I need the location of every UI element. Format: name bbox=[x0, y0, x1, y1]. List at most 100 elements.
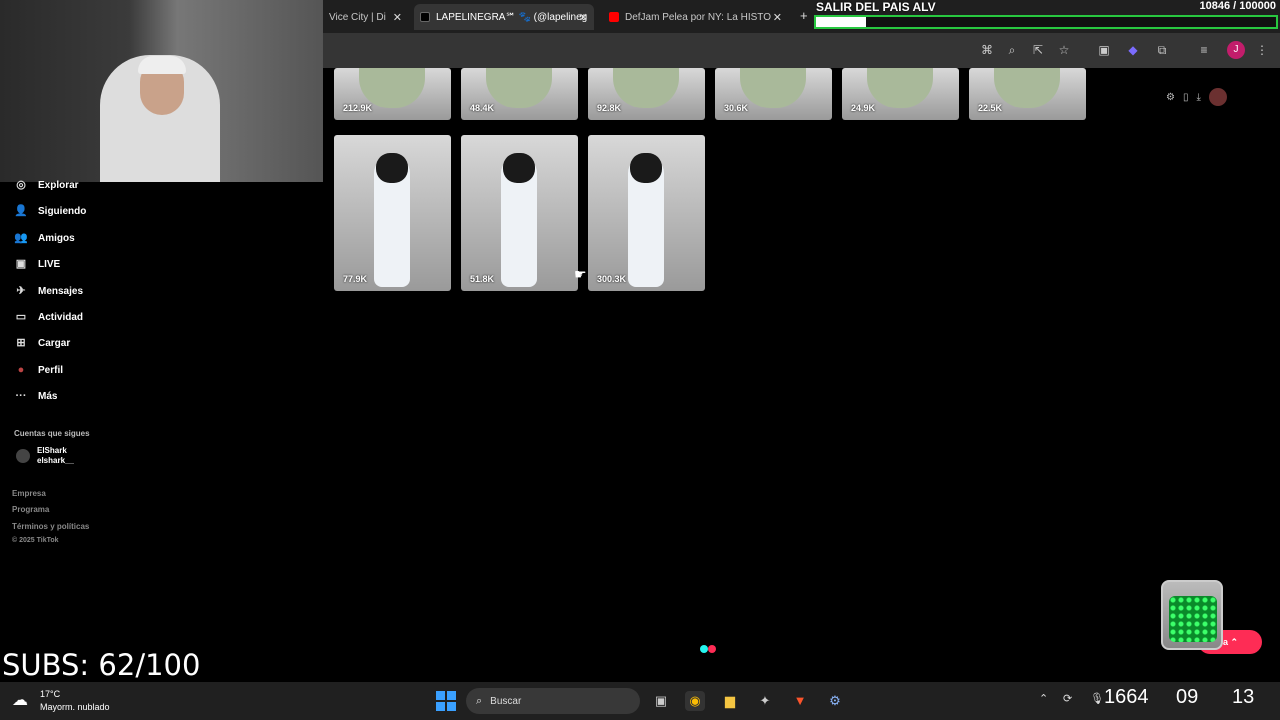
cast-icon[interactable]: ⇱ bbox=[1030, 42, 1046, 58]
mic-icon[interactable]: 🎙 bbox=[1090, 692, 1104, 705]
following-account[interactable]: ElShark elshark__ bbox=[16, 446, 74, 466]
video-thumbnail-detail bbox=[376, 153, 408, 183]
view-count: 300.3K bbox=[597, 274, 627, 284]
following-icon: 👤 bbox=[14, 205, 28, 217]
video-tile[interactable]: 77.9K bbox=[334, 135, 451, 291]
tab-vice-city[interactable]: Vice City | Di ✕ bbox=[323, 4, 408, 30]
video-tile[interactable]: 48.4K bbox=[461, 68, 578, 120]
youtube-icon bbox=[609, 12, 619, 22]
footer-copyright: © 2025 TikTok bbox=[12, 537, 59, 544]
new-tab-icon[interactable]: + bbox=[800, 8, 808, 23]
clock-overlay: 1664 bbox=[1104, 686, 1149, 708]
task-view-icon[interactable]: ▣ bbox=[651, 691, 671, 711]
taskbar-search[interactable]: ⌕ Buscar bbox=[466, 688, 640, 714]
gem-balls bbox=[1169, 596, 1217, 642]
sidebar-item-mas[interactable]: ··· Más bbox=[14, 386, 58, 406]
loading-indicator bbox=[700, 645, 716, 653]
video-thumbnail bbox=[994, 68, 1060, 108]
search-placeholder: Buscar bbox=[490, 695, 522, 707]
live-icon: ▣ bbox=[15, 258, 27, 270]
video-thumbnail-detail bbox=[503, 153, 535, 183]
tab-tiktok-profile[interactable]: LAPELINEGRA℠ 🐾 (@lapelineg ✕ bbox=[414, 4, 594, 30]
sidebar-item-explorar[interactable]: ◎ Explorar bbox=[14, 175, 79, 195]
activity-icon: ▭ bbox=[15, 311, 27, 323]
extension-bot-icon[interactable]: ◆ bbox=[1125, 42, 1141, 58]
sidebar-item-label: Amigos bbox=[38, 232, 75, 244]
sidebar-item-label: Explorar bbox=[38, 179, 79, 191]
windows-start-icon[interactable] bbox=[436, 691, 456, 711]
sidebar-item-mensajes[interactable]: ✈ Mensajes bbox=[14, 281, 83, 301]
profile-icon: ● bbox=[17, 364, 25, 376]
view-count: 30.6K bbox=[724, 103, 749, 113]
goal-count: 10846 / 100000 bbox=[1199, 0, 1276, 12]
video-tile[interactable]: 300.3K bbox=[588, 135, 705, 291]
tab-defjam[interactable]: DefJam Pelea por NY: La HISTO ✕ bbox=[603, 4, 788, 30]
sidebar-item-cargar[interactable]: ⊞ Cargar bbox=[14, 333, 70, 353]
goal-title: SALIR DEL PAIS ALV bbox=[816, 0, 936, 14]
windows-taskbar: ☁ 17°C Mayorm. nublado ⌕ Buscar ▣ ◉ ▆ ✦ … bbox=[0, 682, 1280, 720]
goal-progress-bar bbox=[814, 15, 1278, 29]
video-tile[interactable]: 92.8K bbox=[588, 68, 705, 120]
profile-avatar[interactable]: J bbox=[1227, 41, 1245, 59]
sidebar-item-amigos[interactable]: 👥 Amigos bbox=[14, 228, 75, 248]
close-tab-icon[interactable]: ✕ bbox=[393, 11, 402, 24]
tab-title: Vice City | Di bbox=[329, 11, 386, 23]
view-count: 77.9K bbox=[343, 274, 368, 284]
video-tile[interactable]: 22.5K bbox=[969, 68, 1086, 120]
sidebar-item-label: Perfil bbox=[38, 364, 64, 376]
view-count: 212.9K bbox=[343, 103, 373, 113]
video-thumbnail bbox=[359, 68, 425, 108]
loader-dot bbox=[700, 645, 708, 653]
footer-link-empresa[interactable]: Empresa bbox=[12, 489, 46, 498]
close-tab-icon[interactable]: ✕ bbox=[579, 11, 588, 24]
stream-goal-overlay: SALIR DEL PAIS ALV 10846 / 100000 bbox=[813, 0, 1280, 33]
account-handle: elshark__ bbox=[37, 456, 74, 465]
view-count: 24.9K bbox=[851, 103, 876, 113]
file-explorer-icon[interactable]: ▆ bbox=[720, 691, 740, 711]
tab-title: DefJam Pelea por NY: La HISTO bbox=[625, 11, 771, 23]
sidebar-item-label: Mensajes bbox=[38, 285, 84, 297]
video-tile[interactable]: 30.6K bbox=[715, 68, 832, 120]
clock-seconds: 13 bbox=[1232, 686, 1255, 708]
view-count: 51.8K bbox=[470, 274, 495, 284]
video-tile[interactable]: 24.9K bbox=[842, 68, 959, 120]
sidebar-item-actividad[interactable]: ▭ Actividad bbox=[14, 307, 83, 327]
video-tile[interactable]: 212.9K bbox=[334, 68, 451, 120]
tab-title: LAPELINEGRA℠ 🐾 (@lapelineg bbox=[436, 11, 588, 23]
download-icon[interactable]: ⤓ bbox=[1196, 92, 1200, 103]
webcam-overlay bbox=[0, 0, 323, 182]
messages-icon: ✈ bbox=[16, 285, 26, 297]
video-thumbnail bbox=[867, 68, 933, 108]
steam-icon[interactable]: ⚙ bbox=[825, 691, 845, 711]
sidebar-item-siguiendo[interactable]: 👤 Siguiendo bbox=[14, 201, 86, 221]
close-tab-icon[interactable]: ✕ bbox=[773, 11, 782, 24]
tray-chevron-icon[interactable]: ⌃ bbox=[1039, 692, 1048, 705]
sidebar-item-live[interactable]: ▣ LIVE bbox=[14, 254, 60, 274]
avatar[interactable] bbox=[1208, 88, 1227, 106]
app-icon[interactable]: ✦ bbox=[755, 691, 775, 711]
sidebar-item-perfil[interactable]: ● Perfil bbox=[14, 360, 63, 380]
zoom-icon[interactable]: ⌕ bbox=[1004, 42, 1020, 58]
sidebar-item-label: Siguiendo bbox=[38, 205, 87, 217]
footer-link-programa[interactable]: Programa bbox=[12, 505, 49, 514]
translate-icon[interactable]: ⌘ bbox=[979, 42, 995, 58]
video-tile[interactable]: 51.8K bbox=[461, 135, 578, 291]
browser-toolbar: ⌘ ⌕ ⇱ ☆ ▣ ◆ ⧉ ≡ J ⋮ bbox=[323, 33, 1280, 68]
footer-link-terminos[interactable]: Términos y políticas bbox=[12, 522, 89, 531]
weather-desc: Mayorm. nublado bbox=[40, 702, 110, 712]
settings-icon[interactable]: ⚙ bbox=[1166, 92, 1175, 103]
video-thumbnail bbox=[740, 68, 806, 108]
clock-minutes: 09 bbox=[1176, 686, 1199, 708]
search-icon: ⌕ bbox=[476, 694, 483, 707]
extension-icon[interactable]: ▣ bbox=[1096, 42, 1112, 58]
phone-icon[interactable]: ▯ bbox=[1183, 92, 1189, 103]
sync-icon[interactable]: ⟳ bbox=[1063, 692, 1072, 705]
friends-icon: 👥 bbox=[14, 232, 28, 244]
brave-icon[interactable]: ▼ bbox=[790, 691, 810, 711]
media-icon[interactable]: ≡ bbox=[1196, 42, 1212, 58]
puzzle-icon[interactable]: ⧉ bbox=[1154, 42, 1170, 58]
menu-kebab-icon[interactable]: ⋮ bbox=[1254, 42, 1270, 58]
chrome-icon[interactable]: ◉ bbox=[685, 691, 705, 711]
bookmark-star-icon[interactable]: ☆ bbox=[1056, 42, 1072, 58]
view-count: 48.4K bbox=[470, 103, 495, 113]
